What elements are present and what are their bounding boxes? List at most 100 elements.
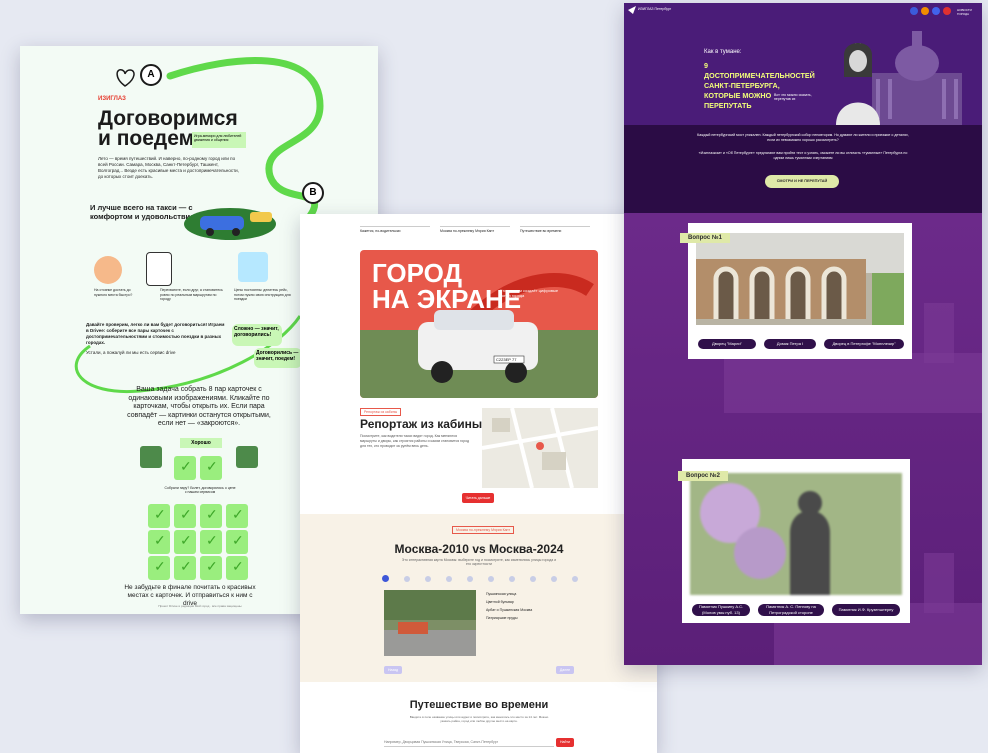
taxi-illustration: [184, 208, 276, 240]
spb-quiz-page: ИЗИГЛАЗ Петербург НОВОСТИ ГОРОДА Как в т…: [624, 3, 982, 665]
memory-card[interactable]: [148, 504, 170, 528]
nav-link-3[interactable]: Путешествие во времени: [520, 226, 590, 233]
speech-subtext: Устали, а пожалуй ли мы есть сервис driv…: [86, 350, 176, 355]
answer-button-3[interactable]: Памятник И.Ф. Крузенштерну: [832, 604, 900, 616]
answer-button-2[interactable]: Домик Петра I: [764, 339, 816, 349]
option-radio-1[interactable]: Пушкинская улица: [486, 592, 516, 596]
option-radio-2[interactable]: Цветной бульвар: [486, 600, 514, 604]
question-1-tag: Вопрос №1: [680, 233, 730, 243]
task-text: Ваша задача собрать 8 пар карточек с оди…: [127, 386, 271, 427]
route-pin-a: A: [140, 64, 162, 86]
compare-tag: Москва по-прежнему Мэрия Кант: [452, 526, 515, 534]
question-2-blurred-photo: [690, 473, 902, 595]
answer-button-1[interactable]: Памятник Пушкину А.С. (Молов умы пуб. 13…: [692, 604, 750, 616]
memory-card[interactable]: [200, 456, 222, 480]
woman-portrait-photo: [836, 43, 880, 125]
memory-card-open-2[interactable]: [236, 446, 258, 468]
title-badge: Игра-мемори для любителей движения и общ…: [192, 132, 246, 148]
memory-card[interactable]: [200, 530, 222, 554]
memory-card[interactable]: [226, 504, 248, 528]
feature-text-1: На стоянке достать до нужного места быст…: [94, 288, 133, 297]
timeline-dot[interactable]: [425, 576, 431, 582]
timeline-dot-active[interactable]: [382, 575, 389, 582]
read-more-button[interactable]: Читать дальше: [462, 493, 494, 503]
fine-print: Проект Drivee и редакция Мой город · все…: [158, 604, 242, 608]
memory-card[interactable]: [174, 556, 196, 580]
option-radio-4[interactable]: Патриаршие пруды: [486, 616, 517, 620]
memory-card[interactable]: [148, 530, 170, 554]
nav-link-2[interactable]: Москва по-прежнему Мэрия Кант: [440, 226, 510, 233]
heart-doodle-icon: [116, 69, 135, 87]
license-plate: С223ЕР 77: [496, 357, 517, 362]
section-tag: Репортаж из кабины: [360, 408, 402, 416]
feature-illustration-3: [238, 252, 268, 282]
timeline-dot[interactable]: [488, 576, 494, 582]
option-radio-3[interactable]: Арбат и Пушкинская Москва: [486, 608, 532, 612]
collected-hint: Собрали пару? Билет, договорились о цене…: [164, 486, 236, 494]
memory-card[interactable]: [174, 456, 196, 480]
question-2-tag: Вопрос №2: [678, 471, 728, 481]
memory-card[interactable]: [174, 530, 196, 554]
hero-banner: ГОРОД НА ЭКРАНЕ Кто и зачем создаёт цифр…: [360, 250, 598, 398]
address-search-input[interactable]: [384, 738, 554, 747]
feature-text-3: Цены постоянны: делитесь рейс, потом нуж…: [234, 288, 291, 301]
prev-button[interactable]: Назад: [384, 666, 402, 674]
arrow-logo-icon: [628, 6, 636, 14]
hero-subtitle: Кто и зачем создаёт цифровые копии город…: [500, 288, 559, 298]
timeline-dot[interactable]: [467, 576, 473, 582]
memory-card[interactable]: [226, 556, 248, 580]
start-quiz-button[interactable]: СМОТРИ И НЕ ПЕРЕПУТАЙ: [765, 175, 839, 188]
nav-news-link[interactable]: НОВОСТИ ГОРОДА: [957, 8, 982, 16]
sticker-go: Договорились — значит, поедем!: [254, 348, 302, 368]
answer-button-3[interactable]: Дворец в Петергофе "Монплезир": [824, 339, 904, 349]
hero-kicker: Как в тумане:: [704, 49, 742, 55]
feature-illustration-1: [94, 256, 122, 284]
hero-title-line1: ГОРОД: [372, 258, 463, 288]
route-pin-b: B: [302, 182, 324, 204]
answer-button-2[interactable]: Памятник А. С. Пенгову на Петроградской …: [758, 604, 824, 616]
compare-section: [300, 514, 657, 682]
report-map: [481, 407, 599, 489]
hero-title-line2: НА ЭКРАНЕ: [372, 284, 522, 314]
question-1-photo: [696, 233, 904, 325]
status-good-badge: Хорошо: [180, 438, 222, 448]
brand-logo: ИЗИГЛАЗ: [98, 96, 126, 102]
intro-text: Лето — время путешествий. И наверно, по-…: [98, 156, 239, 179]
report-text: Посмотрите, как водители такси видят гор…: [360, 434, 470, 448]
memory-card[interactable]: [200, 504, 222, 528]
sticker-agreed: Сложно — значит, договорились!: [232, 324, 282, 346]
compare-subtitle: Это интерактивная карта Москвы: выберите…: [401, 558, 557, 566]
nav-link-1[interactable]: Кажется, по-водительски: [360, 226, 430, 233]
page-title-line1: Договоримся: [98, 107, 238, 130]
youtube-icon[interactable]: [943, 7, 951, 15]
memory-card[interactable]: [200, 556, 222, 580]
time-travel-text: Введите в поле название улицы или адрес …: [409, 715, 549, 723]
hero-hint: Вот что можно сказать, перепутав их: [774, 93, 812, 101]
hero-title: 9 ДОСТОПРИМЕЧАТЕЛЬНОСТЕЙ САНКТ-ПЕТЕРБУРГ…: [704, 61, 815, 110]
timeline-dot[interactable]: [530, 576, 536, 582]
intro-text-2: «Изиглазком» и «Об Петербурге» предлагаю…: [698, 151, 908, 160]
intro-text-1: Каждый петербургский мост уникален. Кажд…: [697, 133, 909, 142]
memory-card-open-1[interactable]: [140, 446, 162, 468]
memory-card[interactable]: [226, 530, 248, 554]
timeline-dot[interactable]: [572, 576, 578, 582]
time-travel-title: Путешествие во времени: [409, 699, 549, 711]
compare-title: Москва-2010 vs Москва-2024: [394, 542, 564, 556]
timeline-dot[interactable]: [509, 576, 515, 582]
ok-icon[interactable]: [921, 7, 929, 15]
timeline-dot[interactable]: [446, 576, 452, 582]
site-logo[interactable]: ИЗИГЛАЗ Петербург: [638, 7, 678, 11]
feature-illustration-2: [146, 252, 172, 286]
question-card-1: Дворец "Марли" Домик Петра I Дворец в Пе…: [688, 223, 912, 359]
memory-card[interactable]: [174, 504, 196, 528]
report-title: Репортаж из кабины: [360, 417, 483, 431]
vk-icon[interactable]: [910, 7, 918, 15]
timeline-dot[interactable]: [551, 576, 557, 582]
next-button[interactable]: Далее: [556, 666, 574, 674]
timeline-dot[interactable]: [404, 576, 410, 582]
telegram-icon[interactable]: [932, 7, 940, 15]
answer-button-1[interactable]: Дворец "Марли": [698, 339, 756, 349]
question-card-2: Памятник Пушкину А.С. (Молов умы пуб. 13…: [682, 459, 910, 623]
memory-card[interactable]: [148, 556, 170, 580]
search-button[interactable]: Найти: [556, 738, 574, 747]
